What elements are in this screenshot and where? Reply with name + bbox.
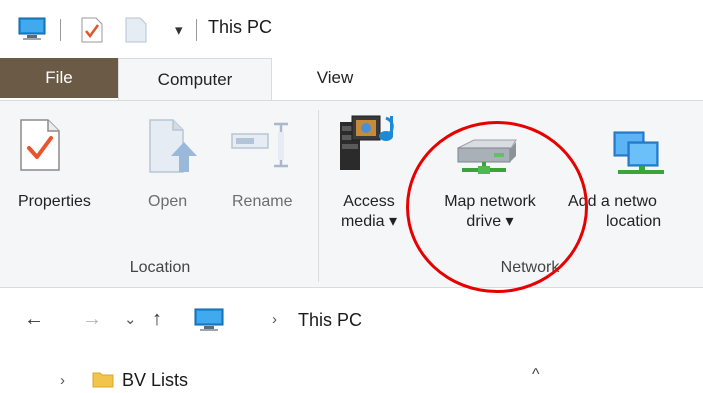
scroll-up-button[interactable]: ^ [532, 366, 540, 384]
open-icon [147, 118, 201, 179]
forward-button[interactable]: → [82, 308, 102, 331]
access-media-button[interactable]: Access media ▾ [326, 192, 412, 232]
access-media-label-1: Access [343, 193, 395, 210]
add-network-location-label-2: location [606, 213, 662, 230]
new-folder-quick-icon[interactable] [124, 17, 148, 48]
this-pc-icon[interactable] [18, 17, 46, 46]
add-network-location-button[interactable]: Add a netwo location [568, 192, 703, 232]
access-media-icon [338, 112, 404, 179]
title-bar [0, 0, 703, 56]
tab-view[interactable]: View [300, 58, 370, 98]
properties-button[interactable]: Properties [18, 192, 118, 212]
properties-quick-icon[interactable] [80, 17, 104, 48]
quick-access-separator [60, 19, 61, 41]
highlight-circle [406, 121, 588, 293]
nav-item-bv-lists[interactable]: BV Lists [122, 370, 188, 391]
folder-icon [92, 370, 114, 393]
access-media-label-2: media ▾ [340, 213, 398, 230]
breadcrumb-this-pc[interactable]: This PC [298, 310, 362, 331]
group-label-location: Location [129, 259, 191, 276]
rename-button[interactable]: Rename [232, 192, 312, 212]
rename-icon [230, 118, 292, 179]
open-button[interactable]: Open [148, 192, 208, 212]
tab-computer[interactable]: Computer [118, 58, 272, 101]
window-title: This PC [208, 17, 273, 37]
customize-quick-access-button[interactable]: ▾ [175, 21, 183, 39]
back-button[interactable]: ← [24, 308, 44, 331]
tab-file[interactable]: File [0, 58, 118, 98]
properties-icon [18, 118, 62, 177]
add-network-location-icon [612, 130, 672, 183]
title-separator [196, 19, 197, 41]
add-network-location-label-1: Add a netwo [568, 193, 657, 210]
group-separator [318, 110, 319, 282]
breadcrumb-separator[interactable]: › [272, 311, 277, 328]
up-button[interactable]: ↑ [152, 308, 162, 331]
this-pc-address-icon [194, 308, 224, 337]
recent-locations-button[interactable]: ⌄ [124, 310, 137, 328]
expand-arrow-icon[interactable]: › [60, 372, 65, 389]
